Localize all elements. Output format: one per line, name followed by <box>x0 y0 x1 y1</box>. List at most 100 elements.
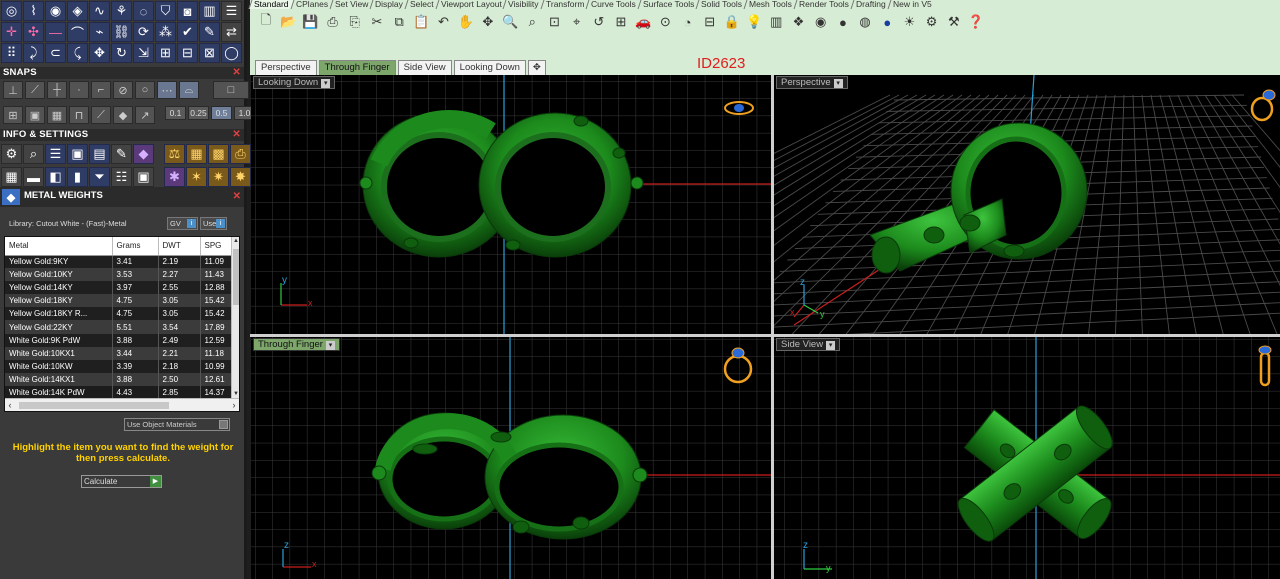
viewport-perspective[interactable]: z x y Perspective ▾ <box>774 75 1280 334</box>
chevron-down-icon[interactable]: ▾ <box>321 79 331 88</box>
toolbar-tab-mesh-tools[interactable]: Mesh Tools <box>743 0 797 9</box>
table-vertical-scrollbar[interactable]: ▲ ▼ <box>231 237 239 399</box>
burst-icon[interactable]: ✸ <box>230 167 251 187</box>
gem-cut-icon[interactable]: ✱ <box>164 167 185 187</box>
toolbar-tab-cplanes[interactable]: CPlanes <box>290 0 333 9</box>
curve-tool-icon[interactable]: ⌇ <box>23 1 44 21</box>
cut-tool-icon[interactable]: ⊠ <box>199 43 220 63</box>
polyline-tool-icon[interactable]: ⌁ <box>89 22 110 42</box>
scroll-left-icon[interactable]: ‹ <box>5 399 15 411</box>
car-icon[interactable]: 🚗 <box>633 12 653 32</box>
settings-icon[interactable]: ⚙ <box>1 144 22 164</box>
toolbar-tab-standard[interactable]: Standard <box>248 0 293 9</box>
use-object-materials-dropdown[interactable]: Use Object Materials <box>124 418 230 431</box>
column-header-grams[interactable]: Grams <box>112 237 159 256</box>
weight-icon[interactable]: ⚖ <box>164 144 185 164</box>
snap-end-icon[interactable]: ⊥ <box>3 81 23 99</box>
split-tool-icon[interactable]: ⊟ <box>177 43 198 63</box>
shank-tool-icon[interactable]: ▥ <box>199 1 220 21</box>
close-icon[interactable]: ✕ <box>232 67 241 79</box>
boolean-tool-icon[interactable]: ⊞ <box>155 43 176 63</box>
viewport-label-side-view[interactable]: Side View ▾ <box>776 338 841 351</box>
filter-icon[interactable]: ↗ <box>135 106 155 124</box>
edit-icon[interactable]: ✎ <box>111 144 132 164</box>
help-icon[interactable]: ❓ <box>966 12 986 32</box>
scroll-right-icon[interactable]: › <box>229 399 239 411</box>
lock-icon[interactable]: 🔒 <box>722 12 742 32</box>
print-icon[interactable]: ⎙ <box>230 144 251 164</box>
viewport-label-through-finger[interactable]: Through Finger ▾ <box>253 338 340 351</box>
zoom-window-icon[interactable]: ⌕ <box>522 12 542 32</box>
tolerance-0-25[interactable]: 0.25 <box>188 106 209 120</box>
tolerance-0-1[interactable]: 0.1 <box>165 106 186 120</box>
snap-mid-icon[interactable]: · <box>69 81 89 99</box>
screen-icon[interactable]: ▣ <box>133 167 154 187</box>
table-row[interactable]: Yellow Gold:18KY R... 4.75 3.05 15.42 <box>5 307 234 321</box>
snap-near-icon[interactable]: ⟋ <box>25 81 45 99</box>
gem-icon[interactable]: ◆ <box>133 144 154 164</box>
window-icon[interactable]: ▬ <box>23 167 44 187</box>
snap-int-icon[interactable]: ⊘ <box>113 81 133 99</box>
viewport-label-perspective[interactable]: Perspective ▾ <box>776 76 848 89</box>
rotate-tool-icon[interactable]: ↻ <box>111 43 132 63</box>
toolbar-tab-solid-tools[interactable]: Solid Tools <box>695 0 747 9</box>
ellipse-tool-icon[interactable]: ◉ <box>45 1 66 21</box>
properties-icon[interactable]: ❖ <box>789 12 809 32</box>
toolbar-tab-surface-tools[interactable]: Surface Tools <box>637 0 699 9</box>
box-icon[interactable]: ◧ <box>45 167 66 187</box>
ring-top-icon[interactable] <box>723 98 755 118</box>
viewport-looking-down[interactable]: y x Looking Down ▾ <box>251 75 771 334</box>
cube-icon[interactable]: ▣ <box>67 144 88 164</box>
planar-icon[interactable]: ▣ <box>25 106 45 124</box>
bend-tool-icon[interactable]: ⤹ <box>67 43 88 63</box>
sphere-tool-icon[interactable]: ◯ <box>221 43 242 63</box>
zoom-dynamic-icon[interactable]: 🔍 <box>500 12 520 32</box>
undo-view-icon[interactable]: ↺ <box>589 12 609 32</box>
chevron-down-icon[interactable]: ▾ <box>833 79 843 88</box>
gv-toggle[interactable]: GV i <box>167 217 198 230</box>
array-tool-icon[interactable]: ⁂ <box>155 22 176 42</box>
toolbar-tab-visibility[interactable]: Visibility <box>502 0 544 9</box>
ring-tool-icon[interactable]: ◌ <box>133 1 154 21</box>
menu-tool-icon[interactable]: ☰ <box>221 1 242 21</box>
table-horizontal-scrollbar[interactable]: ‹ › <box>5 398 239 411</box>
print-icon[interactable]: ⎙ <box>323 12 343 32</box>
render-icon[interactable]: ▦ <box>186 144 207 164</box>
tab-looking-down[interactable]: Looking Down <box>453 60 526 75</box>
ring-front-icon[interactable] <box>721 345 755 385</box>
light-icon[interactable]: ☀ <box>899 12 919 32</box>
tools-icon[interactable]: ⚒ <box>944 12 964 32</box>
pan-hand-icon[interactable]: ✋ <box>456 12 476 32</box>
tiles-icon[interactable]: ▦ <box>1 167 22 187</box>
toolbar-tab-display[interactable]: Display <box>369 0 408 9</box>
table-row[interactable]: Yellow Gold:22KY 5.51 3.54 17.89 <box>5 320 234 334</box>
tolerance-0-5[interactable]: 0.5 <box>211 106 232 120</box>
viewport-through-finger[interactable]: z x Through Finger ▾ <box>251 337 771 579</box>
new-file-icon[interactable]: 🗋 <box>256 12 276 32</box>
toolbar-tab-drafting[interactable]: Drafting <box>850 0 891 9</box>
select-icon[interactable]: ⊙ <box>655 12 675 32</box>
star-icon[interactable]: ✶ <box>186 167 207 187</box>
export-icon[interactable]: ▩ <box>208 144 229 164</box>
funnel-icon[interactable]: ⏷ <box>89 167 110 187</box>
scroll-up-icon[interactable]: ▲ <box>232 237 239 246</box>
rotate-view-icon[interactable]: ✥ <box>478 12 498 32</box>
zoom-extents-icon[interactable]: ⊡ <box>544 12 564 32</box>
move-tool-icon[interactable]: ✥ <box>89 43 110 63</box>
ortho-icon[interactable]: ⊞ <box>3 106 23 124</box>
layer-icon[interactable]: ☰ <box>45 144 66 164</box>
save-icon[interactable]: 💾 <box>300 12 320 32</box>
viewport-label-looking-down[interactable]: Looking Down ▾ <box>253 76 336 89</box>
color-wheel-icon[interactable]: ◉ <box>811 12 831 32</box>
snap-cen-icon[interactable]: ⌐ <box>91 81 111 99</box>
table-row[interactable]: Yellow Gold:10KY 3.53 2.27 11.43 <box>5 268 234 282</box>
swap-tool-icon[interactable]: ⇄ <box>221 22 242 42</box>
layers-icon[interactable]: ▥ <box>766 12 786 32</box>
open-folder-icon[interactable]: 📂 <box>278 12 298 32</box>
blue-sphere-icon[interactable]: ● <box>877 12 897 32</box>
check-tool-icon[interactable]: ✔ <box>177 22 198 42</box>
toolbar-tab-new-in-v5[interactable]: New in V5 <box>887 0 937 9</box>
cut-icon[interactable]: ✂ <box>367 12 387 32</box>
prong-tool-icon[interactable]: ⚘ <box>111 1 132 21</box>
point-tool-icon[interactable]: ✛ <box>1 22 22 42</box>
